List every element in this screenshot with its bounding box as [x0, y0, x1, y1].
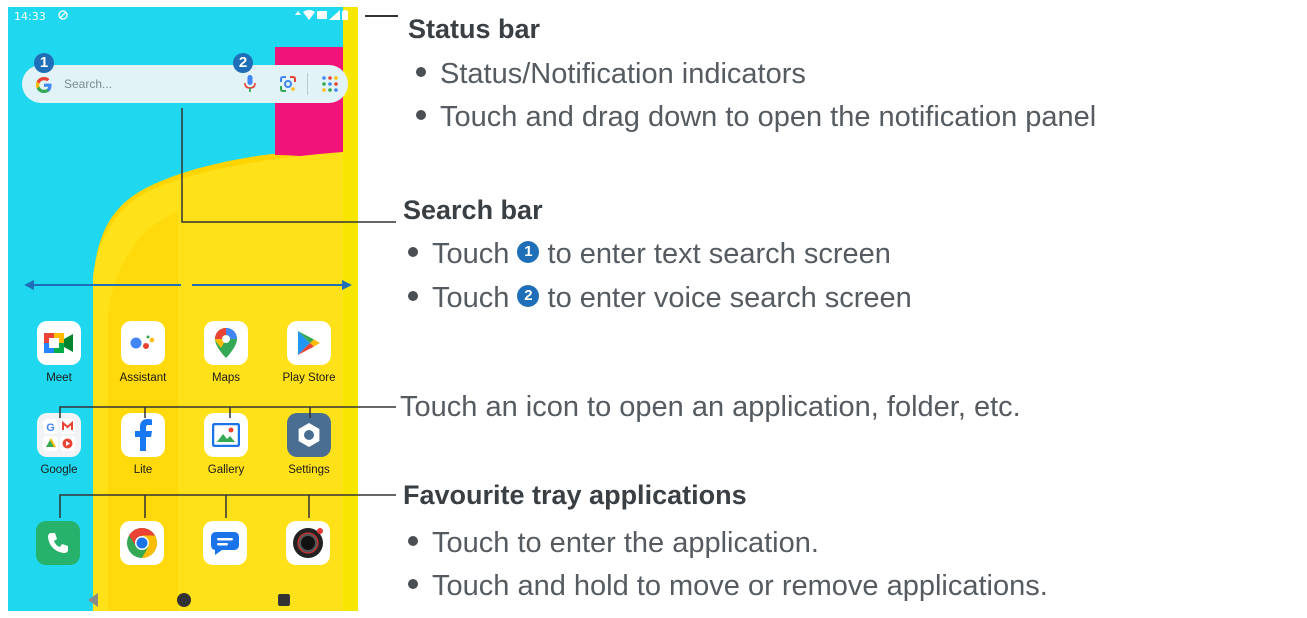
do-not-disturb-icon	[58, 10, 68, 20]
chrome-icon[interactable]	[120, 521, 164, 565]
status-bar-bullet-2: Touch and drag down to open the notifica…	[416, 101, 1096, 134]
app-facebook-lite[interactable]: Lite	[104, 413, 182, 476]
status-bar-bullet-1: Status/Notification indicators	[416, 58, 806, 91]
tray-heading: Favourite tray applications	[403, 480, 747, 510]
camera-icon[interactable]	[286, 521, 330, 565]
tray-bullet-2: Touch and hold to move or remove applica…	[408, 570, 1048, 603]
app-maps[interactable]: Maps	[187, 321, 265, 384]
phone-icon[interactable]	[36, 521, 80, 565]
app-label: Assistant	[119, 372, 167, 384]
app-label: Google	[40, 464, 78, 476]
maps-icon[interactable]	[204, 321, 248, 365]
app-drawer-icon[interactable]	[320, 74, 340, 94]
google-folder-icon[interactable]: G	[37, 413, 81, 457]
assistant-icon[interactable]	[121, 321, 165, 365]
number-badge-1: 1	[517, 241, 540, 264]
meet-icon[interactable]	[37, 321, 81, 365]
lte-icon	[317, 11, 327, 19]
status-indicators	[295, 10, 348, 20]
app-label: Meet	[46, 372, 72, 384]
voice-search-badge: 2	[233, 53, 253, 73]
app-label: Settings	[288, 464, 330, 476]
app-label: Gallery	[207, 464, 245, 476]
google-g-icon	[35, 77, 52, 93]
facebook-lite-icon[interactable]	[121, 413, 165, 457]
battery-icon	[342, 10, 348, 20]
settings-icon[interactable]	[287, 413, 331, 457]
recents-icon[interactable]	[278, 594, 290, 606]
app-google-folder[interactable]: G Google	[20, 413, 98, 476]
app-assistant[interactable]: Assistant	[104, 321, 182, 384]
search-bar-divider	[307, 73, 308, 95]
search-bar-bullet-2: Touch 2 to enter voice search screen	[408, 282, 912, 315]
app-label: Maps	[211, 372, 241, 384]
messages-icon[interactable]	[203, 521, 247, 565]
wifi-icon	[303, 10, 315, 20]
app-label: Lite	[133, 464, 153, 476]
number-badge-2: 2	[517, 285, 540, 308]
icons-annotation: Touch an icon to open an application, fo…	[400, 391, 1021, 423]
tray-bullet-1: Touch to enter the application.	[408, 527, 819, 560]
app-settings[interactable]: Settings	[270, 413, 348, 476]
mic-icon[interactable]	[243, 75, 257, 93]
status-bar[interactable]: 14:33	[8, 7, 358, 27]
phone-screen: 14:33 Search... 1 2 Meet Assistant Maps …	[8, 7, 358, 611]
search-placeholder[interactable]: Search...	[64, 77, 112, 91]
text-search-badge: 1	[34, 53, 54, 73]
google-lens-icon[interactable]	[278, 74, 298, 94]
navigation-bar	[8, 587, 358, 611]
search-bar[interactable]: Search...	[22, 65, 348, 103]
app-play-store[interactable]: Play Store	[270, 321, 348, 384]
status-bar-heading: Status bar	[408, 14, 541, 44]
app-label: Play Store	[282, 372, 336, 384]
home-icon[interactable]	[177, 593, 191, 607]
back-icon[interactable]	[88, 593, 98, 607]
status-time: 14:33	[14, 10, 46, 23]
app-gallery[interactable]: Gallery	[187, 413, 265, 476]
search-bar-heading: Search bar	[403, 195, 543, 225]
app-meet[interactable]: Meet	[20, 321, 98, 384]
search-bar-bullet-1: Touch 1 to enter text search screen	[408, 238, 891, 271]
svg-text:G: G	[46, 422, 55, 434]
play-store-icon[interactable]	[287, 321, 331, 365]
signal-icon	[329, 10, 340, 20]
data-arrow-icon	[295, 11, 301, 15]
gallery-icon[interactable]	[204, 413, 248, 457]
